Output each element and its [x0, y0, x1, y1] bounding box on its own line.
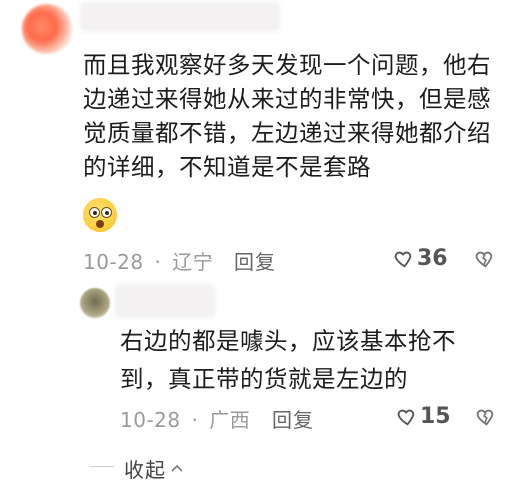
reply-like-count: 15: [420, 404, 451, 429]
replier-username-blurred[interactable]: [115, 284, 215, 318]
commenter-username-blurred[interactable]: [80, 2, 280, 32]
heart-outline-icon: [397, 409, 415, 426]
dislike-button[interactable]: [473, 248, 495, 274]
comment-text: 而且我观察好多天发现一个问题，他右边递过来得她从来过的非常快，但是感觉质量都不错…: [83, 51, 491, 181]
collapse-replies-button[interactable]: 收起: [124, 454, 185, 483]
meta-separator: ·: [191, 408, 199, 432]
broken-heart-icon: [475, 251, 493, 268]
replier-avatar[interactable]: [80, 288, 110, 318]
reply-dislike-button[interactable]: [474, 406, 496, 432]
reply-to-reply-button[interactable]: 回复: [272, 404, 314, 433]
like-button[interactable]: 36: [392, 246, 448, 271]
comment-meta: 10-28 · 辽宁: [83, 246, 213, 275]
reply-like-button[interactable]: 15: [395, 404, 451, 429]
astonished-emoji-icon: [83, 198, 117, 232]
commenter-avatar[interactable]: [22, 4, 72, 54]
collapse-label: 收起: [124, 458, 166, 482]
reply-date: 10-28: [120, 408, 181, 432]
collapse-divider: [90, 466, 114, 467]
reply-button[interactable]: 回复: [234, 246, 276, 275]
reply-text: 右边的都是噱头，应该基本抢不到，真正带的货就是左边的: [120, 327, 456, 393]
heart-outline-icon: [394, 251, 412, 268]
reply-location: 广西: [209, 408, 251, 432]
comment-date: 10-28: [83, 250, 144, 274]
comment-location: 辽宁: [172, 250, 214, 274]
reply-meta: 10-28 · 广西: [120, 404, 250, 433]
like-count: 36: [417, 246, 448, 271]
meta-separator: ·: [154, 250, 162, 274]
chevron-up-icon: [171, 464, 183, 472]
broken-heart-icon: [476, 409, 494, 426]
